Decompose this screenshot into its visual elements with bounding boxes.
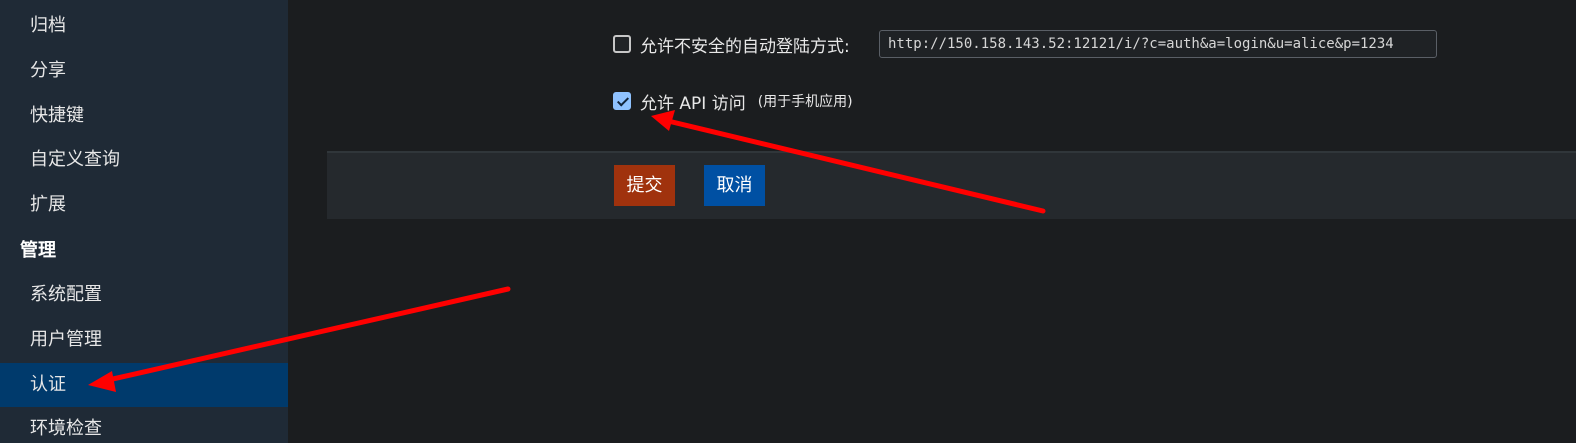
app-window: 归档 分享 快捷键 自定义查询 扩展 管理 系统配置 用户管理 认证 环境检查 xyxy=(0,0,1576,443)
sidebar-item-label: 环境检查 xyxy=(30,418,102,439)
sidebar: 归档 分享 快捷键 自定义查询 扩展 管理 系统配置 用户管理 认证 环境检查 xyxy=(0,0,288,443)
form-actions-bar xyxy=(327,151,1576,219)
api-access-label: 允许 API 访问 xyxy=(640,93,746,114)
sidebar-item-extensions[interactable]: 扩展 xyxy=(0,183,288,227)
sidebar-item-label: 分享 xyxy=(30,60,66,81)
unsafe-autologin-row: 允许不安全的自动登陆方式: xyxy=(613,33,850,57)
cancel-button[interactable]: 取消 xyxy=(704,165,765,206)
sidebar-group-label: 管理 xyxy=(20,240,56,261)
sidebar-item-shortcuts[interactable]: 快捷键 xyxy=(0,94,288,138)
sidebar-item-authentication[interactable]: 认证 xyxy=(0,363,288,407)
sidebar-group-admin: 管理 xyxy=(0,229,288,273)
autologin-url-field[interactable]: http://150.158.143.52:12121/i/?c=auth&a=… xyxy=(879,30,1437,58)
sidebar-item-label: 归档 xyxy=(30,15,66,36)
unsafe-autologin-checkbox[interactable] xyxy=(613,35,631,53)
unsafe-autologin-label: 允许不安全的自动登陆方式: xyxy=(640,36,850,57)
sidebar-item-label: 自定义查询 xyxy=(30,149,120,170)
sidebar-item-system-config[interactable]: 系统配置 xyxy=(0,273,288,317)
api-access-checkbox[interactable] xyxy=(613,92,631,110)
sidebar-item-label: 快捷键 xyxy=(30,105,84,126)
main-content xyxy=(288,0,1576,443)
sidebar-item-environment-check[interactable]: 环境检查 xyxy=(0,407,288,443)
sidebar-item-label: 用户管理 xyxy=(30,329,102,350)
submit-button[interactable]: 提交 xyxy=(614,165,675,206)
sidebar-item-label: 系统配置 xyxy=(30,284,102,305)
sidebar-item-label: 认证 xyxy=(30,374,66,395)
sidebar-item-share[interactable]: 分享 xyxy=(0,49,288,93)
api-access-hint: (用于手机应用) xyxy=(757,94,853,110)
sidebar-item-custom-queries[interactable]: 自定义查询 xyxy=(0,138,288,182)
sidebar-item-archive[interactable]: 归档 xyxy=(0,4,288,48)
sidebar-item-user-management[interactable]: 用户管理 xyxy=(0,318,288,362)
api-access-row: 允许 API 访问 (用于手机应用) xyxy=(613,90,853,114)
sidebar-item-label: 扩展 xyxy=(30,194,66,215)
